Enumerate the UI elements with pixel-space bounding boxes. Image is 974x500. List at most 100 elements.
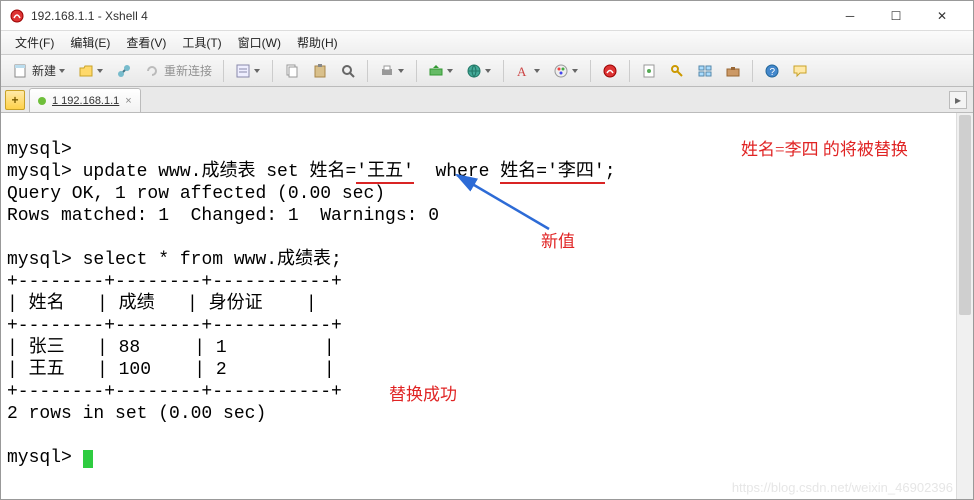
rows-matched: Rows matched: 1 Changed: 1 Warnings: 0	[7, 206, 439, 226]
script-icon	[641, 63, 657, 79]
titlebar: 192.168.1.1 - Xshell 4 ─ ☐ ✕	[1, 1, 973, 31]
sessions-button[interactable]	[692, 59, 718, 83]
connect-button[interactable]	[111, 59, 137, 83]
annotation-new-value: 新值	[541, 227, 575, 252]
chevron-down-icon	[397, 67, 405, 75]
tabstrip: + 1 192.168.1.1 × ▸	[1, 87, 973, 113]
prompt: mysql>	[7, 250, 72, 270]
speech-bubble-icon	[792, 63, 808, 79]
toolbox-button[interactable]	[720, 59, 746, 83]
open-button[interactable]	[73, 59, 109, 83]
lock-button[interactable]	[664, 59, 690, 83]
session-tab[interactable]: 1 192.168.1.1 ×	[29, 88, 141, 112]
palette-icon	[553, 63, 569, 79]
app-icon	[9, 8, 25, 24]
font-button[interactable]: A	[510, 59, 546, 83]
chat-button[interactable]	[787, 59, 813, 83]
maximize-button[interactable]: ☐	[873, 1, 919, 31]
menubar: 文件(F) 编辑(E) 查看(V) 工具(T) 窗口(W) 帮助(H)	[1, 31, 973, 55]
table-header: | 姓名 | 成绩 | 身份证 |	[7, 294, 317, 314]
copy-icon	[284, 63, 300, 79]
font-icon: A	[515, 63, 531, 79]
help-icon: ?	[764, 63, 780, 79]
separator	[367, 60, 368, 82]
tab-nav-right[interactable]: ▸	[949, 91, 967, 109]
annotation-success: 替换成功	[389, 380, 457, 405]
printer-icon	[379, 63, 395, 79]
watermark: https://blog.csdn.net/weixin_46902396	[732, 480, 953, 495]
annotation-replace-note: 姓名=李四 的将被替换	[741, 135, 908, 160]
table-border: +--------+--------+-----------+	[7, 272, 342, 292]
sql-end: ;	[605, 162, 616, 182]
separator	[629, 60, 630, 82]
folder-open-icon	[78, 63, 94, 79]
prompt: mysql>	[7, 140, 72, 160]
new-button-label: 新建	[32, 62, 56, 79]
new-value: '王五'	[356, 162, 414, 184]
table-row: | 张三 | 88 | 1 |	[7, 338, 335, 358]
sessions-icon	[697, 63, 713, 79]
svg-text:A: A	[517, 64, 527, 79]
properties-icon	[235, 63, 251, 79]
vertical-scrollbar[interactable]	[956, 113, 973, 499]
sql-where: where	[414, 162, 500, 182]
toolbox-icon	[725, 63, 741, 79]
print-button[interactable]	[374, 59, 410, 83]
table-row: | 王五 | 100 | 2 |	[7, 360, 335, 380]
add-tab-button[interactable]: +	[5, 90, 25, 110]
chevron-down-icon	[96, 67, 104, 75]
color-button[interactable]	[548, 59, 584, 83]
table-border: +--------+--------+-----------+	[7, 382, 342, 402]
menu-view[interactable]: 查看(V)	[118, 32, 174, 53]
prompt: mysql>	[7, 162, 72, 182]
tab-label: 1 192.168.1.1	[52, 95, 119, 107]
separator	[223, 60, 224, 82]
menu-help[interactable]: 帮助(H)	[289, 32, 346, 53]
close-button[interactable]: ✕	[919, 1, 965, 31]
status-dot-icon	[38, 97, 46, 105]
key-icon	[669, 63, 685, 79]
globe-icon	[466, 63, 482, 79]
menu-window[interactable]: 窗口(W)	[230, 32, 289, 53]
find-button[interactable]	[335, 59, 361, 83]
script-button[interactable]	[636, 59, 662, 83]
new-button[interactable]: 新建	[7, 59, 71, 83]
chevron-down-icon	[58, 67, 66, 75]
transfer-icon	[428, 63, 444, 79]
separator	[272, 60, 273, 82]
where-cond: 姓名='李四'	[500, 162, 604, 184]
paste-icon	[312, 63, 328, 79]
menu-tool[interactable]: 工具(T)	[174, 32, 229, 53]
reconnect-icon	[144, 63, 160, 79]
new-file-icon	[12, 63, 28, 79]
sql-update: update www.成绩表 set 姓名=	[83, 162, 357, 182]
chevron-down-icon	[446, 67, 454, 75]
sql-select: select * from www.成绩表;	[83, 250, 342, 270]
query-ok: Query OK, 1 row affected (0.00 sec)	[7, 184, 385, 204]
xshell-icon	[602, 63, 618, 79]
copy-button[interactable]	[279, 59, 305, 83]
connect-icon	[116, 63, 132, 79]
toolbar: 新建 重新连接 A ?	[1, 55, 973, 87]
reconnect-label: 重新连接	[164, 62, 212, 79]
menu-edit[interactable]: 编辑(E)	[62, 32, 118, 53]
properties-button[interactable]	[230, 59, 266, 83]
web-button[interactable]	[461, 59, 497, 83]
close-tab-icon[interactable]: ×	[125, 95, 131, 107]
separator	[590, 60, 591, 82]
chevron-down-icon	[571, 67, 579, 75]
separator	[503, 60, 504, 82]
xshell-button[interactable]	[597, 59, 623, 83]
help-button[interactable]: ?	[759, 59, 785, 83]
menu-file[interactable]: 文件(F)	[7, 32, 62, 53]
window-title: 192.168.1.1 - Xshell 4	[31, 9, 827, 23]
table-border: +--------+--------+-----------+	[7, 316, 342, 336]
reconnect-button[interactable]: 重新连接	[139, 59, 217, 83]
rows-in-set: 2 rows in set (0.00 sec)	[7, 404, 266, 424]
terminal[interactable]: mysql> mysql> update www.成绩表 set 姓名='王五'…	[1, 113, 973, 499]
paste-button[interactable]	[307, 59, 333, 83]
minimize-button[interactable]: ─	[827, 1, 873, 31]
transfer-button[interactable]	[423, 59, 459, 83]
scrollbar-thumb[interactable]	[959, 115, 971, 315]
chevron-down-icon	[253, 67, 261, 75]
